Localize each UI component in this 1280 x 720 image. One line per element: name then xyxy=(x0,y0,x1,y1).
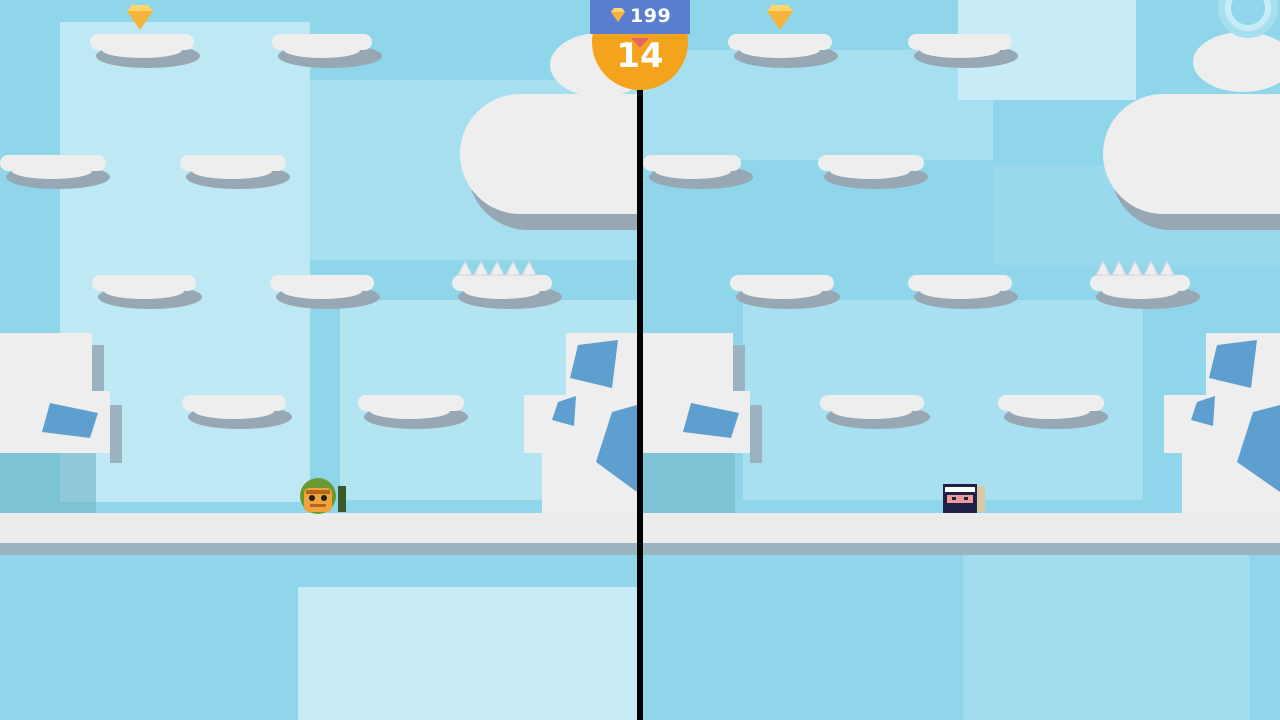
cloud-platform xyxy=(180,155,290,189)
spikes xyxy=(457,259,537,276)
cloud-platform-spiked xyxy=(452,259,562,309)
ice-block-right xyxy=(1164,333,1280,513)
gem-counter: 199 xyxy=(630,5,672,27)
player-ninja xyxy=(943,484,985,513)
cloud-platform xyxy=(0,155,110,189)
cloud-platform xyxy=(728,34,838,68)
ground-shadow xyxy=(643,543,1280,555)
ground xyxy=(643,513,1280,543)
cloud-platform xyxy=(908,275,1018,309)
cloud-platform xyxy=(818,155,928,189)
bg-panel xyxy=(298,587,637,720)
player-left-view xyxy=(0,0,637,720)
cloud-platform xyxy=(358,395,468,429)
cloud-platform xyxy=(643,155,753,189)
cloud-platform xyxy=(820,395,930,429)
ground xyxy=(0,513,637,543)
right-scene xyxy=(643,0,1280,720)
player-frog xyxy=(300,478,346,514)
level-number: 14 xyxy=(616,36,664,76)
cloud-platform xyxy=(730,275,840,309)
left-scene xyxy=(0,5,637,720)
cloud-platform xyxy=(182,395,292,429)
cloud-platform xyxy=(908,34,1018,68)
cloud-platform xyxy=(998,395,1108,429)
bg-panel xyxy=(963,555,1250,720)
cloud-platform xyxy=(272,34,382,68)
cloud-platform xyxy=(270,275,380,309)
gem-pickup xyxy=(767,5,793,30)
bg-panel xyxy=(643,50,993,160)
cloud-platform xyxy=(90,34,200,68)
cloud-platform-spiked xyxy=(1090,259,1200,309)
cloud-platform xyxy=(92,275,202,309)
player-right-view xyxy=(643,0,1280,720)
hud: 199 14 xyxy=(590,0,690,92)
ground-shadow xyxy=(0,543,637,555)
